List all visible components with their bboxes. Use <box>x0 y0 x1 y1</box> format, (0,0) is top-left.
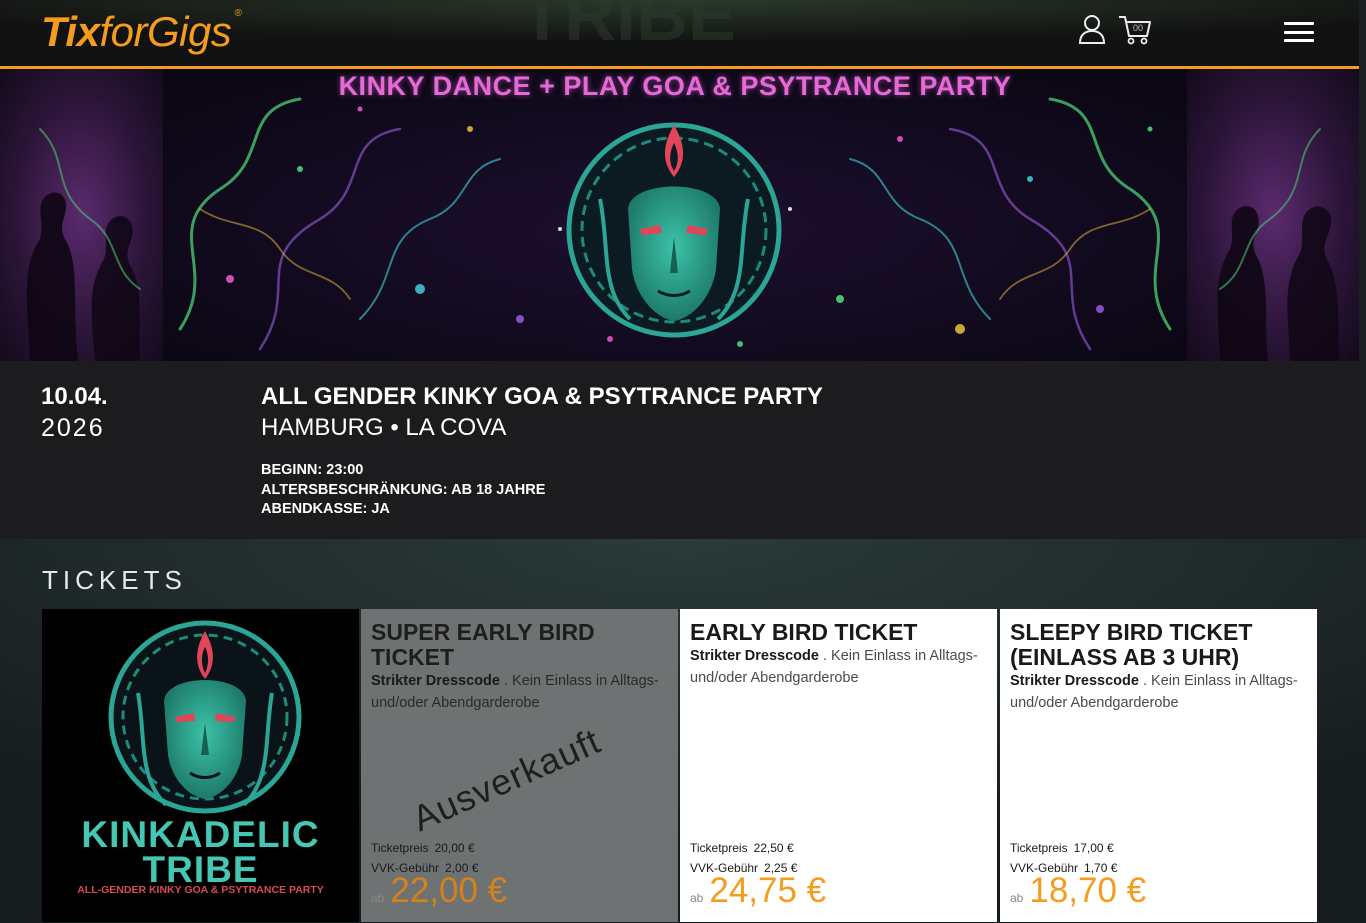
ticket-description: Strikter Dresscode . Kein Einlass in All… <box>1010 673 1298 711</box>
ticket-total: ab 24,75 € <box>690 871 827 910</box>
ticket-title: SLEEPY BIRD TICKET (EINLASS AB 3 UHR) <box>1010 619 1253 670</box>
ticket-card-early-bird[interactable]: EARLY BIRD TICKET Strikter Dresscode . K… <box>680 609 997 922</box>
detail-age-restriction: ALTERSBESCHRÄNKUNG: AB 18 JAHRE <box>261 481 546 498</box>
hamburger-menu-button[interactable] <box>1284 22 1314 42</box>
ticket-price-line: Ticketpreis 20,00 € <box>371 841 475 855</box>
tickets-heading: TICKETS <box>42 565 187 595</box>
ticket-price-line: Ticketpreis 17,00 € <box>1010 841 1114 855</box>
cart-count-badge: 00 <box>1133 23 1144 33</box>
ticket-price-line: Ticketpreis 22,50 € <box>690 841 794 855</box>
banner-tagline: KINKY DANCE + PLAY GOA & PSYTRANCE PARTY <box>338 71 1012 101</box>
sold-out-stamp: Ausverkauft <box>406 719 607 840</box>
ticket-title: EARLY BIRD TICKET <box>690 619 918 645</box>
event-title: ALL GENDER KINKY GOA & PSYTRANCE PARTY <box>261 383 823 410</box>
tixforgigs-logo[interactable]: TixforGigs ® <box>41 8 242 56</box>
event-date-day: 10.04. <box>41 383 108 410</box>
ticket-description: Strikter Dresscode . Kein Einlass in All… <box>371 673 659 711</box>
event-date-year: 2026 <box>41 414 105 442</box>
banner-artwork <box>0 69 1359 361</box>
svg-text:TRIBE: TRIBE <box>520 0 736 56</box>
detail-start-time: BEGINN: 23:00 <box>261 462 364 478</box>
ticket-total: ab 18,70 € <box>1010 871 1147 910</box>
mask-emblem <box>566 122 782 338</box>
poster-subtitle: ALL-GENDER KINKY GOA & PSYTRANCE PARTY <box>77 884 324 896</box>
site-header: TRIBE TixforGigs ® 00 <box>0 0 1359 69</box>
tickets-section: TICKETS KINKADELIC TRIBE ALL-GENDER KINK… <box>0 539 1366 923</box>
user-account-icon[interactable] <box>1078 14 1106 44</box>
event-details: BEGINN: 23:00 ALTERSBESCHRÄNKUNG: AB 18 … <box>261 461 545 520</box>
event-banner: KINKY DANCE + PLAY GOA & PSYTRANCE PARTY <box>0 69 1359 361</box>
ticket-title: SUPER EARLY BIRD TICKET <box>371 619 595 670</box>
ticket-total: ab 22,00 € <box>371 871 508 910</box>
event-poster: KINKADELIC TRIBE ALL-GENDER KINKY GOA & … <box>42 609 359 922</box>
ticket-card-sleepy-bird[interactable]: SLEEPY BIRD TICKET (EINLASS AB 3 UHR) St… <box>1000 609 1317 922</box>
ticket-card-super-early-bird[interactable]: SUPER EARLY BIRD TICKET Strikter Dressco… <box>361 609 678 922</box>
ticket-description: Strikter Dresscode . Kein Einlass in All… <box>690 648 978 686</box>
event-info: 10.04. 2026 ALL GENDER KINKY GOA & PSYTR… <box>0 361 1359 539</box>
event-venue: HAMBURG • LA COVA <box>261 414 507 441</box>
detail-box-office: ABENDKASSE: JA <box>261 501 390 517</box>
